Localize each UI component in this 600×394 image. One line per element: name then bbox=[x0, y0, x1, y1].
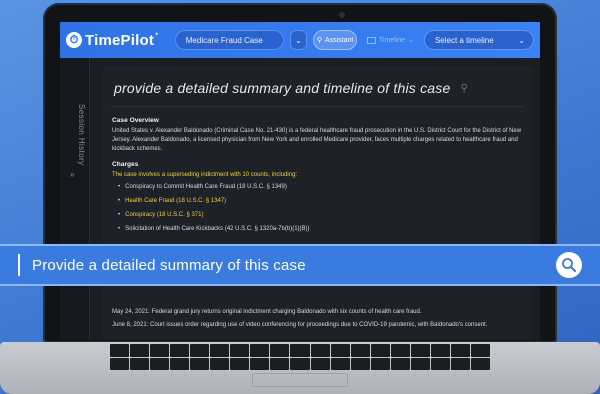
charges-heading: Charges bbox=[112, 161, 139, 168]
charge-text: Solicitation of Health Care Kickbacks (4… bbox=[125, 226, 310, 232]
assistant-label: Assistant bbox=[324, 36, 354, 44]
timeline-chevron-icon: ⌄ bbox=[408, 37, 414, 44]
keyboard-key bbox=[150, 357, 170, 370]
list-item: • Conspiracy to Commit Health Care Fraud … bbox=[118, 184, 287, 190]
trackpad bbox=[252, 373, 348, 387]
keyboard-key bbox=[210, 344, 230, 357]
charge-text: Health Care Fraud (18 U.S.C. § 1347) bbox=[125, 198, 227, 204]
timeline-entry: June 8, 2021: Court issues order regardi… bbox=[112, 322, 488, 328]
app-screen: ⏱ TimePilot+ Medicare Fraud Case ⌄ ⚲ Ass… bbox=[60, 22, 540, 340]
keyboard-key bbox=[450, 357, 470, 370]
keyboard-key bbox=[250, 344, 270, 357]
timeline-select[interactable]: Select a timeline ⌄ bbox=[423, 30, 534, 50]
timeline-tab-button[interactable]: Timeline ⌄ bbox=[363, 30, 418, 50]
case-overview-text: United States v. Alexander Baldonado (Cr… bbox=[112, 128, 522, 152]
assistant-search-icon: ⚲ bbox=[316, 37, 322, 44]
keyboard-key bbox=[210, 357, 230, 370]
case-select-chevron-icon[interactable]: ⌄ bbox=[289, 30, 308, 50]
keyboard-key bbox=[390, 357, 410, 370]
keyboard-key bbox=[190, 357, 210, 370]
timeline-entries: May 24, 2021: Federal grand jury returns… bbox=[112, 308, 524, 334]
keyboard-key bbox=[230, 357, 250, 370]
list-item: • Conspiracy (18 U.S.C. § 371) bbox=[118, 212, 204, 218]
keyboard-key bbox=[150, 344, 170, 357]
user-prompt: provide a detailed summary and timeline … bbox=[114, 80, 468, 96]
timepilot-logo-icon: ⏱ bbox=[66, 32, 82, 48]
app-header: ⏱ TimePilot+ Medicare Fraud Case ⌄ ⚲ Ass… bbox=[60, 22, 540, 58]
keyboard bbox=[110, 344, 490, 370]
keyboard-key bbox=[170, 357, 190, 370]
keyboard-key bbox=[410, 344, 430, 357]
search-input[interactable]: Provide a detailed summary of this case bbox=[32, 257, 556, 274]
keyboard-key bbox=[290, 344, 310, 357]
case-select[interactable]: Medicare Fraud Case bbox=[174, 30, 284, 50]
keyboard-key bbox=[430, 344, 450, 357]
keyboard-key bbox=[130, 344, 150, 357]
case-select-value: Medicare Fraud Case bbox=[185, 35, 263, 45]
keyboard-key bbox=[130, 357, 150, 370]
charge-text: Conspiracy (18 U.S.C. § 371) bbox=[125, 212, 204, 218]
keyboard-key bbox=[450, 344, 470, 357]
laptop-base bbox=[0, 342, 600, 394]
keyboard-key bbox=[110, 344, 130, 357]
keyboard-key bbox=[350, 344, 370, 357]
assistant-tab-button[interactable]: ⚲ Assistant bbox=[313, 30, 357, 50]
keyboard-key bbox=[270, 344, 290, 357]
keyboard-key bbox=[470, 344, 490, 357]
prompt-text: provide a detailed summary and timeline … bbox=[114, 80, 451, 96]
timeline-icon bbox=[366, 36, 376, 44]
app-logo[interactable]: ⏱ TimePilot+ bbox=[66, 32, 159, 49]
keyboard-key bbox=[310, 344, 330, 357]
case-overview-heading: Case Overview bbox=[112, 117, 159, 124]
logo-sup: + bbox=[155, 31, 159, 38]
search-button[interactable] bbox=[556, 252, 582, 278]
webcam bbox=[339, 12, 345, 18]
timeline-entry: May 24, 2021: Federal grand jury returns… bbox=[112, 309, 422, 315]
collapse-chevrons-icon[interactable]: » bbox=[70, 170, 74, 179]
keyboard-key bbox=[270, 357, 290, 370]
keyboard-key bbox=[370, 357, 390, 370]
list-item: • Solicitation of Health Care Kickbacks (… bbox=[118, 226, 310, 232]
keyboard-key bbox=[230, 344, 250, 357]
keyboard-key bbox=[390, 344, 410, 357]
session-history-rail[interactable]: Session History » bbox=[60, 58, 90, 340]
assistant-response: Case Overview United States v. Alexander… bbox=[112, 116, 524, 239]
text-caret bbox=[18, 254, 20, 276]
keyboard-key bbox=[190, 344, 210, 357]
list-item: • Health Care Fraud (18 U.S.C. § 1347) bbox=[118, 198, 227, 204]
charges-intro: The case involves a superseding indictme… bbox=[112, 172, 298, 178]
charges-list: • Conspiracy to Commit Health Care Fraud … bbox=[118, 183, 524, 234]
divider bbox=[110, 106, 524, 107]
chat-content: provide a detailed summary and timeline … bbox=[102, 66, 532, 340]
session-history-label: Session History bbox=[77, 104, 86, 166]
keyboard-key bbox=[170, 344, 190, 357]
timeline-select-placeholder: Select a timeline bbox=[434, 35, 494, 45]
keyboard-key bbox=[250, 357, 270, 370]
keyboard-key bbox=[470, 357, 490, 370]
keyboard-key bbox=[110, 357, 130, 370]
logo-text: TimePilot bbox=[85, 31, 155, 49]
keyboard-key bbox=[410, 357, 430, 370]
keyboard-key bbox=[430, 357, 450, 370]
keyboard-key bbox=[310, 357, 330, 370]
search-bar[interactable]: Provide a detailed summary of this case bbox=[0, 244, 600, 286]
timeline-label: Timeline bbox=[378, 36, 406, 44]
keyboard-key bbox=[330, 357, 350, 370]
search-icon[interactable]: ⚲ bbox=[460, 83, 468, 94]
charge-text: Conspiracy to Commit Health Care Fraud (… bbox=[125, 184, 287, 190]
search-icon bbox=[562, 258, 576, 272]
timeline-select-chevron-icon: ⌄ bbox=[518, 35, 525, 45]
keyboard-key bbox=[370, 344, 390, 357]
keyboard-key bbox=[350, 357, 370, 370]
keyboard-key bbox=[290, 357, 310, 370]
keyboard-key bbox=[330, 344, 350, 357]
